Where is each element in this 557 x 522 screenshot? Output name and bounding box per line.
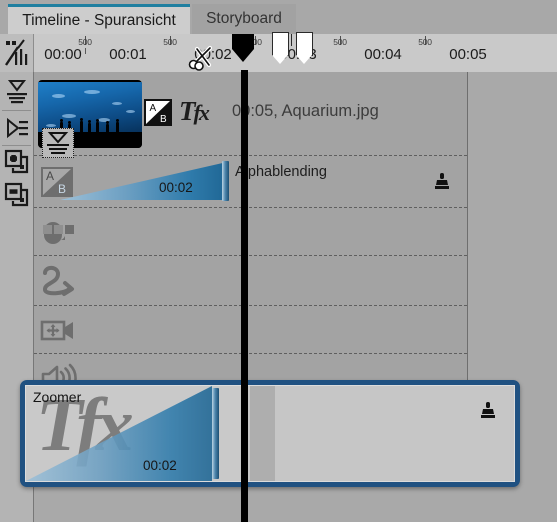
ruler-tick-minor — [85, 48, 86, 54]
ruler-label-4: 00:04 — [364, 46, 402, 63]
ruler-sublabel: 500 — [163, 37, 177, 47]
timeline-scale-icon[interactable] — [4, 38, 30, 68]
zoomer-clip-panel[interactable]: Tfx 00:02 Zoomer — [20, 380, 520, 487]
in-marker-icon[interactable] — [272, 32, 289, 64]
timeline-window: Timeline - Spuransicht Storyboard 500 50… — [0, 0, 557, 522]
alphablending-duration: 00:02 — [159, 180, 193, 195]
camera-move-icon[interactable] — [38, 313, 78, 347]
tfx-icon[interactable]: Tfx — [179, 96, 210, 127]
zoomer-panel-inner: Tfx 00:02 Zoomer — [25, 385, 515, 482]
alphablending-right-handle[interactable] — [222, 161, 229, 201]
align-down-button[interactable] — [3, 76, 31, 108]
ruler-label-0: 00:00 — [44, 46, 82, 63]
play-lines-icon — [7, 117, 28, 139]
ruler-label-1: 00:01 — [109, 46, 147, 63]
ruler-scale[interactable]: 500 500 500 500 500 00:00 00:01 00:02 00… — [33, 34, 557, 72]
out-marker-icon[interactable] — [296, 32, 313, 64]
curved-arrow-icon[interactable] — [38, 264, 78, 298]
zoomer-title: Zoomer — [33, 389, 82, 405]
playhead-line[interactable] — [241, 70, 248, 522]
tool-divider — [2, 145, 31, 146]
zoomer-gap — [250, 386, 275, 481]
transition-morph-icon[interactable] — [38, 215, 78, 249]
stamp-icon[interactable] — [480, 402, 496, 419]
scissors-cursor-icon — [188, 45, 213, 71]
add-track-button[interactable] — [3, 147, 31, 179]
clip-label: 00:05, Aquarium.jpg — [232, 102, 379, 120]
alphablending-ramp[interactable] — [60, 162, 227, 200]
marker-tick — [291, 34, 292, 46]
track-row-clip[interactable]: A B Tfx 00:05, Aquarium.jpg — [34, 72, 467, 158]
ruler-label-5: 00:05 — [449, 46, 487, 63]
track-row-transition[interactable] — [34, 208, 467, 256]
zoomer-right-handle[interactable] — [212, 388, 219, 479]
tab-storyboard[interactable]: Storyboard — [192, 4, 296, 34]
align-collapse-icon — [7, 80, 27, 104]
track-row-alphablending[interactable]: A B 00:02 Alphablending — [34, 156, 467, 208]
track-row-camera-pan[interactable] — [34, 306, 467, 354]
minus-layers-icon — [4, 182, 29, 207]
stamp-icon[interactable] — [434, 173, 450, 190]
ruler-corner — [0, 34, 34, 72]
tab-timeline[interactable]: Timeline - Spuransicht — [8, 4, 190, 34]
plus-layers-icon — [4, 149, 29, 174]
svg-text:B: B — [160, 114, 167, 125]
zoomer-empty-slot[interactable] — [275, 386, 514, 481]
align-right-button[interactable] — [3, 112, 31, 144]
ruler-sublabel: 500 — [418, 37, 432, 47]
remove-track-button[interactable] — [3, 180, 31, 212]
track-row-motion-path[interactable] — [34, 256, 467, 306]
svg-text:A: A — [46, 169, 54, 183]
alphablending-ramp-fill — [60, 162, 227, 200]
zoomer-duration: 00:02 — [143, 458, 177, 473]
ab-transition-icon[interactable]: A B — [144, 99, 172, 126]
clip-collapse-badge-icon[interactable] — [42, 128, 74, 158]
alphablending-label: Alphablending — [235, 164, 327, 180]
ruler-sublabel: 500 — [333, 37, 347, 47]
tab-bar: Timeline - Spuransicht Storyboard — [0, 0, 557, 34]
playhead-handle[interactable] — [225, 32, 261, 64]
svg-text:A: A — [150, 103, 157, 114]
tool-divider — [2, 110, 31, 111]
